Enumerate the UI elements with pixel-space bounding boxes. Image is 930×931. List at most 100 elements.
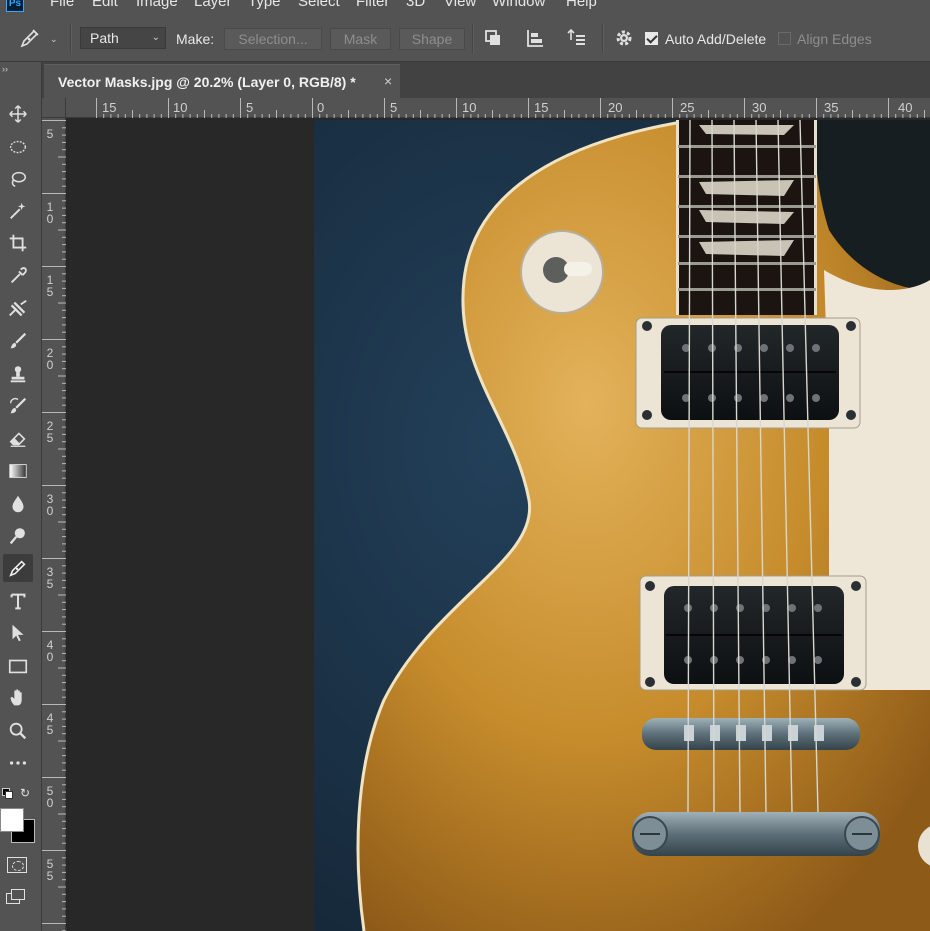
hand-tool[interactable] (3, 684, 33, 712)
ruler-label: 1 5 (46, 273, 54, 299)
menu-window[interactable]: Window (492, 0, 545, 10)
editbar-icon (9, 761, 27, 765)
eraser-icon (9, 432, 26, 447)
gradient-icon (9, 464, 27, 478)
history-brush-tool[interactable] (3, 392, 33, 420)
rectangle-icon (8, 659, 28, 674)
vertical-ruler-ticks (42, 120, 66, 931)
align-edges-label: Align Edges (797, 31, 872, 47)
elliptical-marquee-tool[interactable] (3, 133, 33, 161)
path-operations-icon[interactable] (481, 26, 505, 50)
vertical-ruler[interactable]: 5 1 0 1 5 2 0 2 5 3 0 3 5 4 0 4 5 5 0 5 5 (42, 118, 66, 931)
zoom-icon (9, 722, 27, 740)
menu-view[interactable]: View (444, 0, 476, 10)
menu-layer[interactable]: Layer (194, 0, 232, 10)
blur-icon (12, 495, 24, 513)
menu-bar: Ps File Edit Image Layer Type Select Fil… (0, 0, 930, 14)
healing-brush-icon (9, 299, 27, 317)
ruler-label: 5 (390, 100, 398, 115)
move-tool[interactable] (3, 100, 33, 128)
menu-select[interactable]: Select (298, 0, 340, 10)
menu-help[interactable]: Help (566, 0, 597, 10)
ruler-label: 5 (246, 100, 254, 115)
eraser-tool[interactable] (3, 424, 33, 452)
document-title: Vector Masks.jpg @ 20.2% (Layer 0, RGB/8… (58, 74, 356, 90)
path-arrangement-icon[interactable] (564, 26, 588, 50)
divider (602, 24, 604, 54)
menu-image[interactable]: Image (136, 0, 178, 10)
ruler-label: 10 (462, 100, 477, 115)
default-colors-icon[interactable] (2, 788, 13, 799)
horizontal-ruler[interactable]: 15 10 5 0 5 10 15 20 25 30 35 40 (66, 98, 930, 118)
magic-wand-icon (10, 202, 26, 219)
history-brush-icon (9, 397, 27, 414)
blur-tool[interactable] (3, 490, 33, 518)
ruler-label: 2 0 (46, 346, 54, 372)
photoshop-logo: Ps (6, 0, 24, 12)
document-tab[interactable]: Vector Masks.jpg @ 20.2% (Layer 0, RGB/8… (44, 64, 400, 98)
crop-icon (9, 234, 27, 252)
collapse-panel-icon[interactable]: ›› (2, 64, 8, 74)
ruler-label: 25 (680, 100, 695, 115)
dodge-tool[interactable] (3, 522, 33, 550)
align-edges-checkbox[interactable] (778, 32, 791, 45)
divider (70, 24, 72, 54)
path-alignment-icon[interactable] (523, 26, 547, 50)
ruler-label: 3 0 (46, 492, 54, 518)
document-canvas[interactable] (314, 120, 930, 931)
crop-tool[interactable] (3, 229, 33, 257)
swap-colors-icon[interactable]: ↻ (20, 786, 30, 800)
magic-wand-tool[interactable] (3, 197, 33, 225)
path-selection-tool[interactable] (3, 619, 33, 647)
ruler-label: 1 0 (46, 200, 54, 226)
make-label: Make: (176, 31, 215, 47)
make-mask-button[interactable]: Mask (330, 28, 391, 50)
make-selection-button[interactable]: Selection... (224, 28, 322, 50)
eyedropper-tool[interactable] (3, 262, 33, 290)
dodge-icon (9, 528, 25, 545)
move-icon (9, 105, 27, 123)
edit-toolbar[interactable] (3, 749, 33, 777)
guitar-photo (314, 120, 930, 931)
type-icon (10, 593, 26, 610)
gear-icon[interactable] (612, 26, 636, 50)
mode-select-value: Path (90, 30, 119, 46)
menu-file[interactable]: File (50, 0, 74, 10)
ruler-corner[interactable] (42, 98, 66, 118)
ruler-label: 10 (173, 100, 188, 115)
pen-icon (9, 560, 26, 577)
ruler-label: 30 (752, 100, 767, 115)
chevron-down-icon: ⌄ (151, 32, 160, 43)
make-shape-button[interactable]: Shape (399, 28, 465, 50)
rectangle-tool[interactable] (3, 652, 33, 680)
auto-add-delete-checkbox[interactable] (645, 32, 658, 45)
ruler-label: 4 0 (46, 638, 54, 664)
foreground-color-swatch[interactable] (0, 808, 24, 832)
close-icon[interactable]: × (384, 73, 392, 89)
lasso-icon (11, 171, 27, 188)
menu-3d[interactable]: 3D (406, 0, 425, 10)
pen-tool-preset-icon[interactable] (18, 26, 42, 50)
clone-stamp-tool[interactable] (3, 360, 33, 388)
ruler-label: 2 5 (46, 419, 54, 445)
ruler-label: 15 (534, 100, 549, 115)
ruler-label: 35 (824, 100, 839, 115)
lasso-tool[interactable] (3, 165, 33, 193)
brush-tool[interactable] (3, 327, 33, 355)
gradient-tool[interactable] (3, 457, 33, 485)
preset-chevron-icon[interactable]: ⌄ (50, 34, 58, 45)
menu-filter[interactable]: Filter (356, 0, 389, 10)
healing-brush-tool[interactable] (3, 295, 33, 323)
menu-edit[interactable]: Edit (92, 0, 118, 10)
document-tab-strip: Vector Masks.jpg @ 20.2% (Layer 0, RGB/8… (42, 62, 930, 98)
clone-stamp-icon (10, 366, 26, 383)
mode-select[interactable]: Path ⌄ (80, 27, 166, 49)
quick-mask-icon[interactable] (7, 857, 27, 873)
screen-mode-icon[interactable] (6, 889, 26, 905)
menu-type[interactable]: Type (248, 0, 281, 10)
horizontal-ruler-ticks (96, 98, 925, 118)
pen-tool[interactable] (3, 554, 33, 582)
ruler-label: 4 5 (46, 711, 54, 737)
zoom-tool[interactable] (3, 717, 33, 745)
type-tool[interactable] (3, 587, 33, 615)
